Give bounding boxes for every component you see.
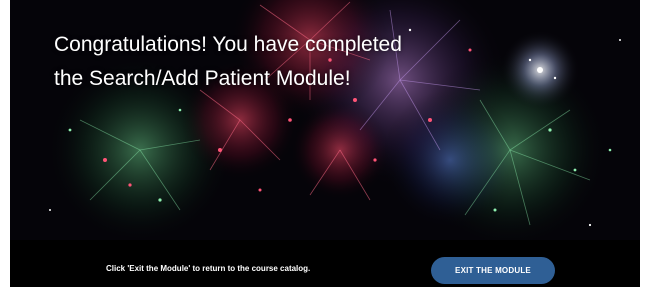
completion-headline: Congratulations! You have completed the … xyxy=(54,33,402,90)
footer-bar: Click 'Exit the Module' to return to the… xyxy=(10,240,640,287)
completion-slide: Congratulations! You have completed the … xyxy=(10,0,640,287)
exit-instruction-text: Click 'Exit the Module' to return to the… xyxy=(106,264,311,273)
exit-module-button[interactable]: EXIT THE MODULE xyxy=(431,257,555,284)
